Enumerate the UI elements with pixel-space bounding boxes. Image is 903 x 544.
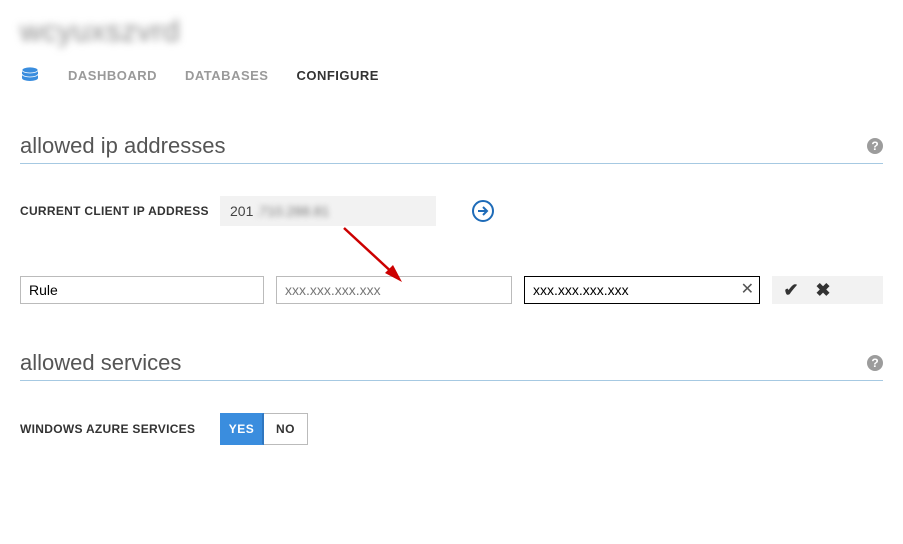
section-header-allowed-ip: allowed ip addresses ? xyxy=(20,133,883,164)
toggle-no[interactable]: NO xyxy=(264,413,308,445)
database-icon xyxy=(20,67,40,83)
page-title: wcyuxszvrd xyxy=(0,0,903,49)
tab-configure[interactable]: CONFIGURE xyxy=(296,68,379,83)
azure-services-toggle: YES NO xyxy=(220,413,308,445)
cancel-rule-icon[interactable]: ✖ xyxy=(814,281,832,299)
help-icon[interactable]: ? xyxy=(867,138,883,154)
tab-databases[interactable]: DATABASES xyxy=(185,68,268,83)
confirm-rule-icon[interactable]: ✔ xyxy=(782,281,800,299)
windows-azure-services-label: WINDOWS AZURE SERVICES xyxy=(20,422,220,436)
rule-name-input[interactable] xyxy=(20,276,264,304)
current-client-ip-value: 201 .710.288.81 xyxy=(220,196,436,226)
section-title-allowed-services: allowed services xyxy=(20,350,181,376)
rule-start-ip-input[interactable] xyxy=(276,276,512,304)
ip-visible: 201 xyxy=(230,203,253,219)
section-title-allowed-ip: allowed ip addresses xyxy=(20,133,225,159)
rule-actions: ✔ ✖ xyxy=(772,276,883,304)
current-client-ip-label: CURRENT CLIENT IP ADDRESS xyxy=(20,204,220,218)
tab-dashboard[interactable]: DASHBOARD xyxy=(68,68,157,83)
toggle-yes[interactable]: YES xyxy=(220,413,264,445)
clear-input-icon[interactable]: ✕ xyxy=(741,282,754,298)
section-header-allowed-services: allowed services ? xyxy=(20,350,883,381)
add-current-ip-button[interactable] xyxy=(472,200,494,222)
rule-end-ip-input[interactable] xyxy=(524,276,760,304)
tab-bar: DASHBOARD DATABASES CONFIGURE xyxy=(0,49,903,93)
help-icon[interactable]: ? xyxy=(867,355,883,371)
ip-obscured: .710.288.81 xyxy=(255,203,329,219)
firewall-rule-row: ✕ ✔ ✖ xyxy=(20,276,883,310)
